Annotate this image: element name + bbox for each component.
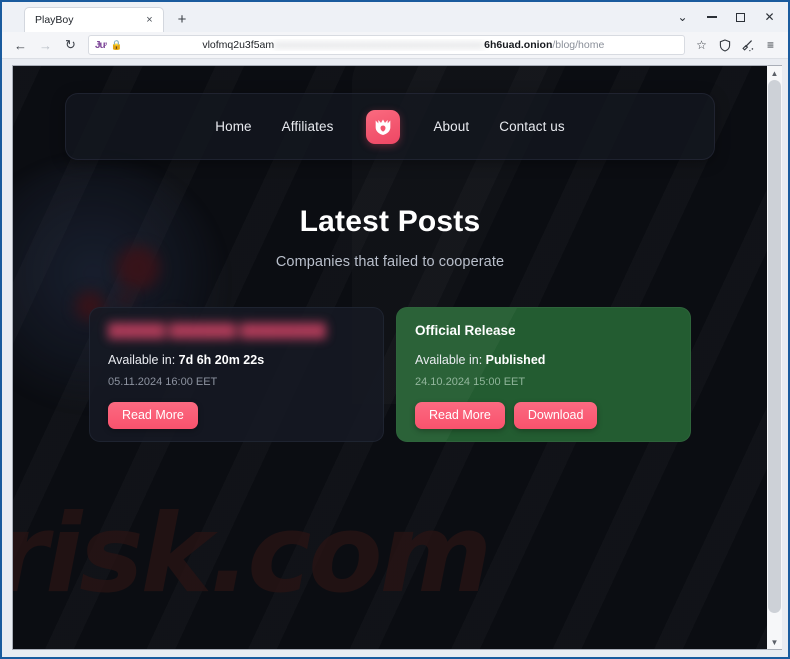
close-icon[interactable]: × (142, 13, 157, 28)
page-content-frame: risk.com Home Affiliates About Contact u… (12, 65, 767, 650)
new-tab-button[interactable]: + (169, 7, 195, 32)
page-title: Latest Posts (299, 205, 481, 238)
maximize-button[interactable] (726, 4, 755, 30)
url-bar[interactable]: Ɉư 🔒 vlofmq2u3f5am xxxxxxxxxxxxxxxxxxxxxx… (88, 35, 685, 55)
tab-title: PlayBoy (35, 14, 74, 26)
read-more-button[interactable]: Read More (415, 402, 505, 429)
ransomware-blog-page: risk.com Home Affiliates About Contact u… (13, 66, 767, 649)
scrollbar-track[interactable] (767, 80, 782, 635)
list-all-tabs-button[interactable]: ⌄ (668, 4, 697, 30)
browser-viewport: risk.com Home Affiliates About Contact u… (2, 59, 788, 657)
read-more-button[interactable]: Read More (108, 402, 198, 429)
url-path: /blog/home (552, 39, 605, 51)
post-date: 24.10.2024 15:00 EET (415, 376, 526, 388)
browser-window: PlayBoy × + ⌄ ✕ ← → ↻ Ɉư 🔒 vlofmq2u3f5am… (0, 0, 790, 659)
shield-icon[interactable] (713, 34, 736, 56)
browser-navigation-bar: ← → ↻ Ɉư 🔒 vlofmq2u3f5am xxxxxxxxxxxxxxxx… (2, 32, 788, 59)
hero-section: Latest Posts Companies that failed to co… (13, 205, 767, 270)
post-card[interactable]: ██████ ███████ █████████ Available in: 7… (89, 307, 384, 442)
reload-button[interactable]: ↻ (58, 34, 83, 56)
post-title: Official Release (415, 323, 516, 338)
url-host: 6h6uad.onion (484, 39, 553, 51)
availability-status: Published (485, 353, 546, 367)
page-scrollbar[interactable]: ▲ ▼ (767, 65, 782, 650)
nav-link-contact-us[interactable]: Contact us (499, 119, 565, 134)
watermark-text: risk.com (13, 492, 492, 617)
nav-link-about[interactable]: About (433, 119, 469, 134)
availability-countdown: 7d 6h 20m 22s (178, 353, 265, 367)
post-availability: Available in: 7d 6h 20m 22s (108, 353, 365, 367)
url-text: vlofmq2u3f5am xxxxxxxxxxxxxxxxxxxxxxxxxxx… (129, 39, 678, 51)
post-card-list: ██████ ███████ █████████ Available in: 7… (13, 307, 767, 442)
bookmark-star-icon[interactable]: ☆ (690, 34, 713, 56)
nav-link-affiliates[interactable]: Affiliates (282, 119, 334, 134)
scroll-up-arrow-icon[interactable]: ▲ (767, 66, 782, 80)
forward-button: → (39, 37, 52, 53)
url-onion-prefix: vlofmq2u3f5am (202, 39, 275, 51)
lock-icon: 🔒 (110, 39, 123, 51)
tab-strip: PlayBoy × + ⌄ ✕ (2, 2, 788, 32)
site-navigation: Home Affiliates About Contact us (65, 93, 715, 160)
page-subtitle: Companies that failed to cooperate (275, 254, 505, 270)
minimize-button[interactable] (697, 4, 726, 30)
back-button[interactable]: ← (8, 34, 33, 56)
post-actions: Read More Download (415, 402, 672, 429)
download-button[interactable]: Download (513, 402, 598, 429)
hamburger-menu-icon[interactable]: ≡ (759, 34, 782, 56)
close-window-button[interactable]: ✕ (755, 4, 784, 30)
url-redacted-segment: xxxxxxxxxxxxxxxxxxxxxxxxxxxxxxxxxxxxxxxx (274, 39, 485, 51)
availability-label: Available in: (108, 353, 176, 367)
post-actions: Read More (108, 402, 365, 429)
browser-toolbar-icons: ☆ ≡ (690, 34, 782, 56)
browser-tab-playboy[interactable]: PlayBoy × (24, 7, 164, 32)
window-controls: ⌄ ✕ (668, 4, 784, 30)
tor-circuit-icon[interactable]: Ɉư (95, 40, 107, 51)
scroll-down-arrow-icon[interactable]: ▼ (767, 635, 782, 649)
scrollbar-thumb[interactable] (768, 80, 781, 613)
post-title-redacted: ██████ ███████ █████████ (108, 323, 326, 338)
post-date: 05.11.2024 16:00 EET (108, 376, 218, 388)
availability-label: Available in: (415, 353, 483, 367)
post-availability: Available in: Published (415, 353, 672, 367)
post-card[interactable]: Official Release Available in: Published… (396, 307, 691, 442)
playboy-logo-icon[interactable] (366, 109, 401, 144)
nav-link-home[interactable]: Home (215, 119, 251, 134)
new-identity-broom-icon[interactable] (736, 34, 759, 56)
